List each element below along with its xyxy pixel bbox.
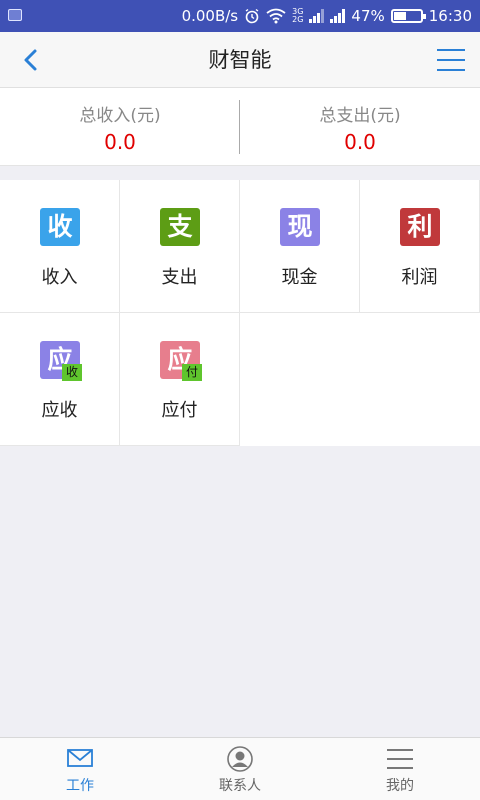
tab-contacts-label: 联系人: [219, 778, 261, 794]
notification-icon: [8, 9, 22, 21]
tab-mine-label: 我的: [386, 778, 414, 794]
clock: 16:30: [428, 7, 472, 25]
tab-work[interactable]: 工作: [0, 738, 160, 800]
app-header: 财智能: [0, 32, 480, 88]
grid-item-label: 应付: [161, 400, 198, 421]
grid-item-label: 应收: [41, 400, 78, 421]
grid-item-label: 收入: [41, 267, 78, 288]
total-income-label: 总收入(元): [79, 106, 161, 126]
grid-item-expense[interactable]: 支 支出: [120, 180, 240, 313]
total-expense-label: 总支出(元): [319, 106, 401, 126]
income-icon: 收: [40, 208, 80, 246]
signal-icon-2: [330, 9, 346, 23]
totals-panel: 总收入(元) 0.0 总支出(元) 0.0: [0, 88, 480, 166]
grid-item-label: 利润: [401, 267, 438, 288]
tab-mine[interactable]: 我的: [320, 738, 480, 800]
menu-lines-icon: [387, 749, 413, 769]
grid-item-cash[interactable]: 现 现金: [240, 180, 360, 313]
grid-empty-area: [240, 313, 480, 446]
status-bar-right: 0.00B/s 3G 2G 47% 16:30: [182, 0, 472, 32]
expense-icon: 支: [160, 208, 200, 246]
status-bar: 0.00B/s 3G 2G 47% 16:30: [0, 0, 480, 32]
battery-icon: [390, 9, 426, 23]
cash-icon: 现: [280, 208, 320, 246]
grid-item-income[interactable]: 收 收入: [0, 180, 120, 313]
total-expense-value: 0.0: [344, 130, 376, 154]
total-income-value: 0.0: [104, 130, 136, 154]
contact-icon: [227, 746, 253, 772]
grid-item-label: 现金: [281, 267, 318, 288]
page-title: 财智能: [208, 48, 272, 72]
alarm-icon: [245, 8, 259, 24]
receivable-icon: 应 收: [40, 341, 82, 381]
hamburger-menu-icon[interactable]: [436, 48, 466, 72]
total-income: 总收入(元) 0.0: [0, 88, 240, 165]
grid-item-receivable[interactable]: 应 收 应收: [0, 313, 120, 446]
bottom-tab-bar: 工作 联系人 我的: [0, 737, 480, 800]
payable-badge: 付: [182, 364, 202, 381]
total-expense: 总支出(元) 0.0: [240, 88, 480, 165]
signal-icon: [309, 9, 325, 23]
grid-item-profit[interactable]: 利 利润: [360, 180, 480, 313]
wifi-icon: [266, 8, 286, 24]
tab-work-label: 工作: [66, 778, 94, 794]
grid-item-label: 支出: [161, 267, 198, 288]
battery-percent: 47%: [351, 7, 385, 25]
grid-item-payable[interactable]: 应 付 应付: [120, 313, 240, 446]
network-speed: 0.00B/s: [181, 7, 239, 25]
totals-divider: [239, 100, 240, 154]
payable-icon: 应 付: [160, 341, 202, 381]
mail-icon: [67, 749, 93, 767]
tab-contacts[interactable]: 联系人: [160, 738, 320, 800]
profit-icon: 利: [400, 208, 440, 246]
network-type: 3G 2G: [292, 7, 304, 24]
receivable-badge: 收: [62, 364, 82, 381]
